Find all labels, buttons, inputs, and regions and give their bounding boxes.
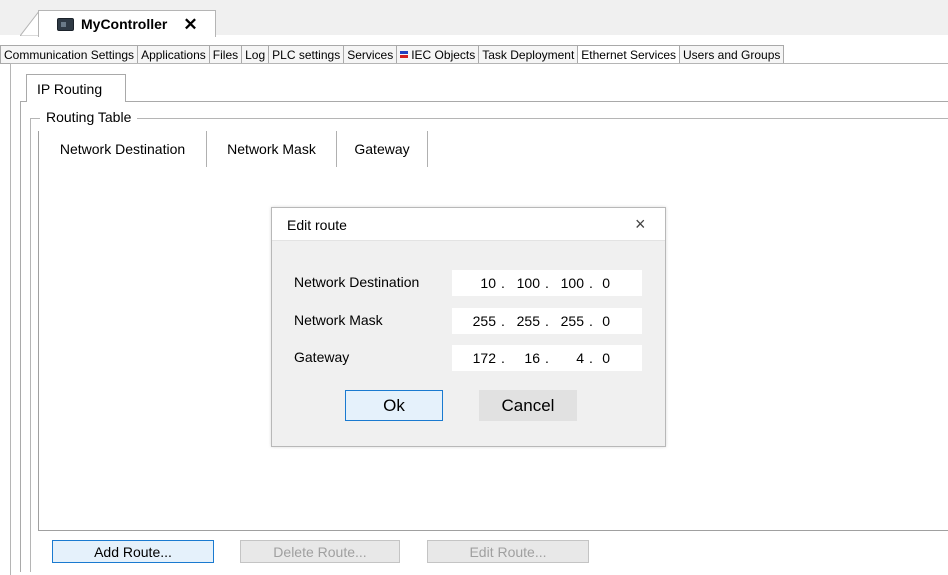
label-gateway: Gateway [294,349,350,365]
network-mask-ip-field[interactable]: 255. 255. 255. 0 [452,308,642,334]
close-icon[interactable]: ✕ [183,16,197,33]
ip-octet[interactable]: 10 [452,275,496,291]
sub-panel-border [20,101,21,572]
group-box-border [30,118,948,119]
ip-dot: . [545,313,549,329]
device-editor-tabs: Communication Settings Applications File… [0,45,948,64]
editor-tab-mycontroller[interactable]: MyController ✕ [38,10,216,37]
group-title-routing-table: Routing Table [40,109,138,125]
ok-button[interactable]: Ok [345,390,443,421]
ip-dot: . [589,350,593,366]
ip-octet[interactable]: 100 [510,275,540,291]
ip-octet[interactable]: 0 [598,350,610,366]
ip-octet[interactable]: 0 [598,275,610,291]
ip-octet[interactable]: 255 [554,313,584,329]
tab-plc-settings[interactable]: PLC settings [268,45,345,64]
tab-ip-routing-label: IP Routing [37,80,103,97]
tab-log[interactable]: Log [241,45,270,64]
network-destination-ip-field[interactable]: 10. 100. 100. 0 [452,270,642,296]
column-header-network-mask[interactable]: Network Mask [207,131,337,167]
tab-ip-routing[interactable]: IP Routing [26,74,126,102]
ip-dot: . [545,275,549,291]
add-route-button[interactable]: Add Route... [52,540,214,563]
sub-tab-divider [20,101,948,102]
ip-dot: . [589,313,593,329]
ip-octet[interactable]: 100 [554,275,584,291]
column-header-gateway[interactable]: Gateway [337,131,428,167]
tab-iec-objects[interactable]: IEC Objects [396,45,480,64]
close-icon[interactable]: × [635,214,646,235]
ip-octet[interactable]: 255 [510,313,540,329]
controller-icon [57,17,74,31]
label-network-mask: Network Mask [294,312,383,328]
ip-dot: . [545,350,549,366]
iec-objects-icon [400,51,409,58]
tab-task-deployment[interactable]: Task Deployment [478,45,579,64]
tab-ethernet-services[interactable]: Ethernet Services [577,45,681,64]
label-network-destination: Network Destination [294,274,420,290]
gateway-ip-field[interactable]: 172. 16. 4. 0 [452,345,642,371]
ip-dot: . [501,350,505,366]
ip-octet[interactable]: 4 [554,350,584,366]
dialog-title: Edit route [287,217,347,233]
tab-files[interactable]: Files [208,45,243,64]
ip-octet[interactable]: 0 [598,313,610,329]
cancel-button[interactable]: Cancel [479,390,577,421]
tab-communication-settings[interactable]: Communication Settings [0,45,139,64]
delete-route-button[interactable]: Delete Route... [240,540,400,563]
tab-services[interactable]: Services [343,45,398,64]
column-header-network-destination[interactable]: Network Destination [39,131,207,167]
edit-route-button[interactable]: Edit Route... [427,540,589,563]
tab-users-and-groups[interactable]: Users and Groups [679,45,785,64]
ip-dot: . [501,313,505,329]
editor-tab-title: MyController [81,16,168,32]
edit-route-dialog: Edit route × Network Destination 10. 100.… [271,207,666,447]
group-box-border-left [30,118,31,572]
ip-octet[interactable]: 255 [452,313,496,329]
ip-dot: . [501,275,505,291]
ip-octet[interactable]: 16 [510,350,540,366]
ip-dot: . [589,275,593,291]
tab-applications[interactable]: Applications [137,45,210,64]
ip-octet[interactable]: 172 [452,350,496,366]
